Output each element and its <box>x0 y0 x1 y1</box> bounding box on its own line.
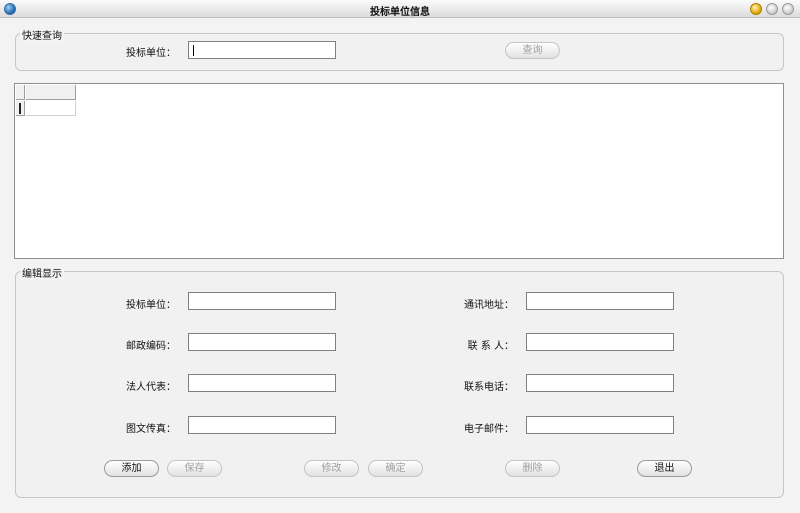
contact-person-label: 联 系 人： <box>467 341 514 352</box>
exit-button[interactable]: 退出 <box>637 460 692 477</box>
table-corner-cell <box>16 85 25 100</box>
results-table[interactable] <box>14 83 784 259</box>
table-column-header[interactable] <box>26 85 76 100</box>
mailing-address-label: 通讯地址： <box>464 300 514 311</box>
email-input[interactable] <box>526 416 674 434</box>
table-row-header[interactable] <box>16 101 25 116</box>
postal-code-label: 邮政编码： <box>126 341 176 352</box>
fax-label: 图文传真： <box>126 424 176 435</box>
legal-representative-label: 法人代表： <box>126 382 176 393</box>
bidder-unit-label: 投标单位： <box>126 300 176 311</box>
delete-button[interactable]: 删除 <box>505 460 560 477</box>
postal-code-input[interactable] <box>188 333 336 351</box>
mailing-address-input[interactable] <box>526 292 674 310</box>
legal-representative-input[interactable] <box>188 374 336 392</box>
text-caret <box>193 45 194 56</box>
title-bar: 投标单位信息 <box>0 0 800 18</box>
close-icon[interactable] <box>782 3 794 15</box>
maximize-icon[interactable] <box>766 3 778 15</box>
save-button[interactable]: 保存 <box>167 460 222 477</box>
search-unit-input[interactable] <box>188 41 336 59</box>
add-button[interactable]: 添加 <box>104 460 159 477</box>
bidder-unit-input[interactable] <box>188 292 336 310</box>
table-cell[interactable] <box>26 101 76 116</box>
contact-phone-input[interactable] <box>526 374 674 392</box>
quick-search-group-label: 快速查询 <box>20 27 64 42</box>
contact-person-input[interactable] <box>526 333 674 351</box>
modify-button[interactable]: 修改 <box>304 460 359 477</box>
search-button[interactable]: 查询 <box>505 42 560 59</box>
window-title: 投标单位信息 <box>370 7 430 18</box>
search-unit-label: 投标单位： <box>126 48 176 59</box>
contact-phone-label: 联系电话： <box>464 382 514 393</box>
confirm-button[interactable]: 确定 <box>368 460 423 477</box>
edit-display-group-label: 编辑显示 <box>20 265 64 280</box>
fax-input[interactable] <box>188 416 336 434</box>
email-label: 电子邮件： <box>464 424 514 435</box>
minimize-icon[interactable] <box>750 3 762 15</box>
